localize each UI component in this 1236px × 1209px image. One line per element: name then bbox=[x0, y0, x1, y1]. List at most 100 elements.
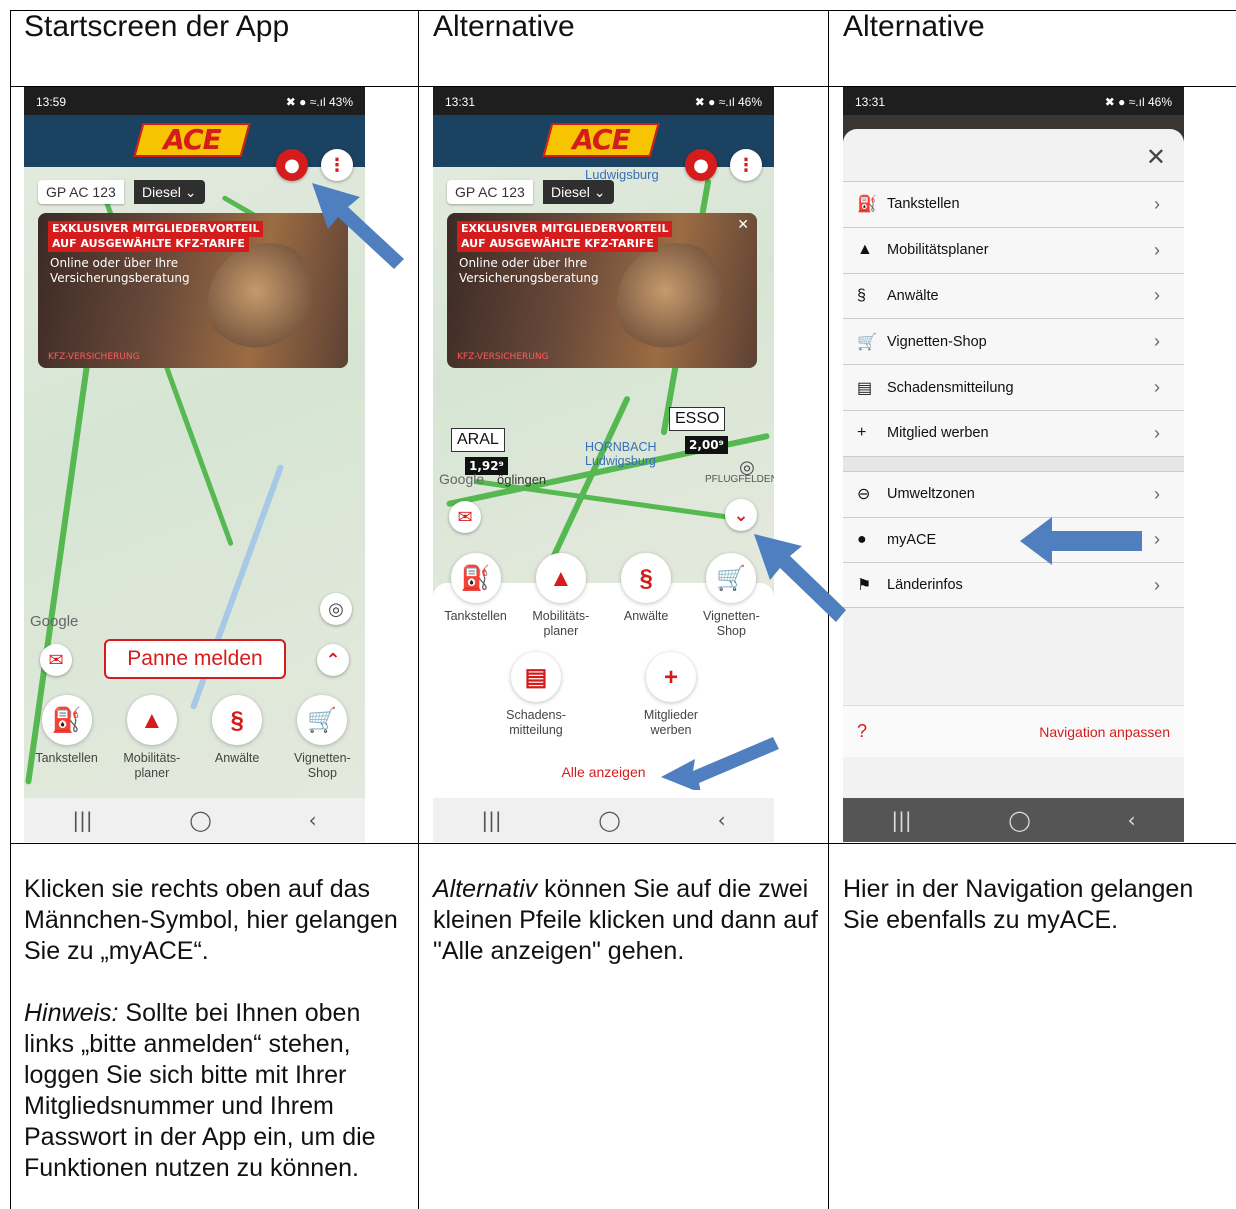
nav-tankstellen[interactable]: ⛽ Tankstellen bbox=[27, 695, 107, 781]
profile-icon: ● bbox=[857, 530, 867, 548]
paragraph: Klicken sie rechts oben auf das Männchen… bbox=[24, 875, 398, 965]
promo-banner[interactable]: ✕ EXKLUSIVER MITGLIEDERVORTEIL AUF AUSGE… bbox=[447, 213, 757, 368]
nav-mobilitaetsplaner[interactable]: ▲ Mobilitäts-planer bbox=[521, 553, 601, 639]
back-icon[interactable]: ‹ bbox=[309, 808, 317, 832]
recent-apps-icon[interactable]: ||| bbox=[481, 808, 501, 832]
paragraph-icon: § bbox=[857, 286, 866, 304]
description-col2: Alternativ können Sie auf die zwei klein… bbox=[433, 874, 818, 967]
more-menu-icon[interactable]: ⋮ bbox=[730, 149, 762, 181]
nav-anwaelte[interactable]: § Anwälte bbox=[606, 553, 686, 639]
annotation-arrow-myace bbox=[1020, 517, 1142, 565]
chevron-right-icon: › bbox=[1154, 331, 1160, 352]
paragraph-icon: § bbox=[212, 695, 263, 745]
quick-nav-row-1: ⛽ Tankstellen ▲ Mobilitäts-planer § Anwälte… bbox=[433, 553, 774, 639]
status-bar: 13:31 ✖ ● ≈.ıl 46% bbox=[843, 87, 1184, 115]
back-icon[interactable]: ‹ bbox=[1128, 808, 1136, 832]
mail-icon[interactable]: ✉ bbox=[449, 501, 481, 533]
hornbach-label: HORNBACH Ludwigsburg bbox=[585, 440, 657, 468]
mail-icon[interactable]: ✉ bbox=[40, 644, 72, 676]
cart-icon: 🛒 bbox=[706, 553, 757, 603]
description-col3: Hier in der Navigation gelangen Sie eben… bbox=[843, 874, 1228, 936]
navigation-arrow-icon: ▲ bbox=[126, 695, 177, 745]
chevron-right-icon: › bbox=[1154, 193, 1160, 214]
panne-melden-button[interactable]: Panne melden bbox=[104, 639, 286, 679]
cart-icon: 🛒 bbox=[857, 333, 877, 351]
add-user-icon: + bbox=[857, 424, 867, 442]
table-border-col1 bbox=[418, 10, 419, 1209]
menu-item-anwaelte[interactable]: § Anwälte › bbox=[843, 272, 1184, 319]
ace-logo: ACE bbox=[542, 123, 660, 157]
paragraph: Alternativ können Sie auf die zwei klein… bbox=[433, 875, 818, 965]
banner-tag-1: EXKLUSIVER MITGLIEDERVORTEIL bbox=[457, 221, 673, 237]
chevron-right-icon: › bbox=[1154, 574, 1160, 595]
menu-item-schadensmitteilung[interactable]: ▤ Schadensmitteilung › bbox=[843, 364, 1184, 410]
home-icon[interactable]: ◯ bbox=[598, 808, 620, 832]
fuel-icon: ⛽ bbox=[450, 553, 501, 603]
google-logo: Google bbox=[30, 613, 79, 630]
banner-subtitle: Online oder über Ihre Versicherungsberat… bbox=[459, 256, 599, 285]
aral-marker[interactable]: ARAL bbox=[451, 428, 505, 452]
status-icons: ✖ ● ≈.ıl 43% bbox=[285, 95, 353, 109]
help-icon[interactable]: ? bbox=[857, 721, 867, 742]
status-time: 13:31 bbox=[445, 95, 476, 109]
add-user-icon: + bbox=[646, 652, 696, 702]
plate-chip[interactable]: GP AC 123 bbox=[38, 180, 124, 204]
map-town-label: öglingen bbox=[497, 472, 547, 487]
plate-chip[interactable]: GP AC 123 bbox=[447, 180, 533, 204]
annotation-arrow-alle-anzeigen bbox=[661, 737, 779, 790]
nav-vignetten-shop[interactable]: 🛒 Vignetten-Shop bbox=[282, 695, 362, 781]
chevron-right-icon: › bbox=[1154, 422, 1160, 443]
banner-photo bbox=[617, 243, 737, 363]
flag-icon: ⚑ bbox=[857, 577, 872, 595]
annotation-arrow-profile bbox=[312, 183, 404, 269]
close-icon[interactable]: ✕ bbox=[1146, 143, 1166, 171]
navigation-anpassen-link[interactable]: Navigation anpassen bbox=[1039, 724, 1170, 740]
google-logo: Google bbox=[439, 471, 485, 487]
nav-schadensmitteilung[interactable]: ▤ Schadens-mitteilung bbox=[496, 652, 576, 738]
locate-icon[interactable]: ◎ bbox=[731, 451, 763, 483]
no-entry-icon: ⊖ bbox=[857, 486, 871, 504]
table-border-mid bbox=[10, 843, 1236, 844]
banner-tag-2: AUF AUSGEWÄHLTE KFZ-TARIFE bbox=[48, 236, 249, 252]
fuel-select[interactable]: Diesel ⌄ bbox=[134, 180, 205, 204]
quick-nav: ⛽ Tankstellen ▲ Mobilitäts-planer § Anwälte… bbox=[24, 695, 365, 781]
navigation-arrow-icon: ▲ bbox=[857, 241, 873, 259]
nav-anwaelte[interactable]: § Anwälte bbox=[197, 695, 277, 781]
locate-icon[interactable]: ◎ bbox=[320, 593, 352, 625]
table-border-left bbox=[10, 10, 11, 1209]
android-nav: ||| ◯ ‹ bbox=[433, 798, 774, 842]
fuel-select[interactable]: Diesel ⌄ bbox=[543, 180, 614, 204]
banner-close-icon[interactable]: ✕ bbox=[737, 217, 749, 233]
ace-logo: ACE bbox=[133, 123, 251, 157]
esso-marker[interactable]: ESSO bbox=[669, 407, 726, 431]
esso-price: 2,00⁹ bbox=[685, 436, 728, 454]
paragraph: Hier in der Navigation gelangen Sie eben… bbox=[843, 875, 1194, 934]
banner-small: KFZ-VERSICHERUNG bbox=[48, 352, 140, 362]
back-icon[interactable]: ‹ bbox=[718, 808, 726, 832]
menu-item-laenderinfos[interactable]: ⚑ Länderinfos › bbox=[843, 562, 1184, 609]
banner-tag-2: AUF AUSGEWÄHLTE KFZ-TARIFE bbox=[457, 236, 658, 252]
menu-item-vignetten-shop[interactable]: 🛒 Vignetten-Shop › bbox=[843, 318, 1184, 365]
recent-apps-icon[interactable]: ||| bbox=[891, 808, 911, 832]
document-icon: ▤ bbox=[857, 379, 873, 397]
recent-apps-icon[interactable]: ||| bbox=[72, 808, 92, 832]
menu-item-mitglied-werben[interactable]: + Mitglied werben › bbox=[843, 409, 1184, 456]
navigation-arrow-icon: ▲ bbox=[535, 553, 586, 603]
header-col2: Alternative bbox=[433, 10, 575, 43]
header-col3: Alternative bbox=[843, 10, 985, 43]
navigation-menu: ✕ ⛽ Tankstellen › ▲ Mobilitätsplaner › § Anwä… bbox=[843, 129, 1184, 799]
status-bar: 13:59 ✖ ● ≈.ıl 43% bbox=[24, 87, 365, 115]
menu-item-mobilitaetsplaner[interactable]: ▲ Mobilitätsplaner › bbox=[843, 226, 1184, 273]
menu-item-umweltzonen[interactable]: ⊖ Umweltzonen › bbox=[843, 470, 1184, 517]
home-icon[interactable]: ◯ bbox=[1008, 808, 1030, 832]
paragraph-icon: § bbox=[621, 553, 672, 603]
menu-footer[interactable]: ? Navigation anpassen bbox=[843, 705, 1184, 757]
profile-icon[interactable]: ● bbox=[685, 149, 717, 181]
nav-tankstellen[interactable]: ⛽ Tankstellen bbox=[436, 553, 516, 639]
home-icon[interactable]: ◯ bbox=[189, 808, 211, 832]
nav-mobilitaetsplaner[interactable]: ▲ Mobilitäts-planer bbox=[112, 695, 192, 781]
expand-up-icon[interactable]: ⌃ bbox=[317, 644, 349, 676]
collapse-down-icon[interactable]: ⌄ bbox=[725, 499, 757, 531]
menu-item-tankstellen[interactable]: ⛽ Tankstellen › bbox=[843, 181, 1184, 227]
chevron-right-icon: › bbox=[1154, 239, 1160, 260]
